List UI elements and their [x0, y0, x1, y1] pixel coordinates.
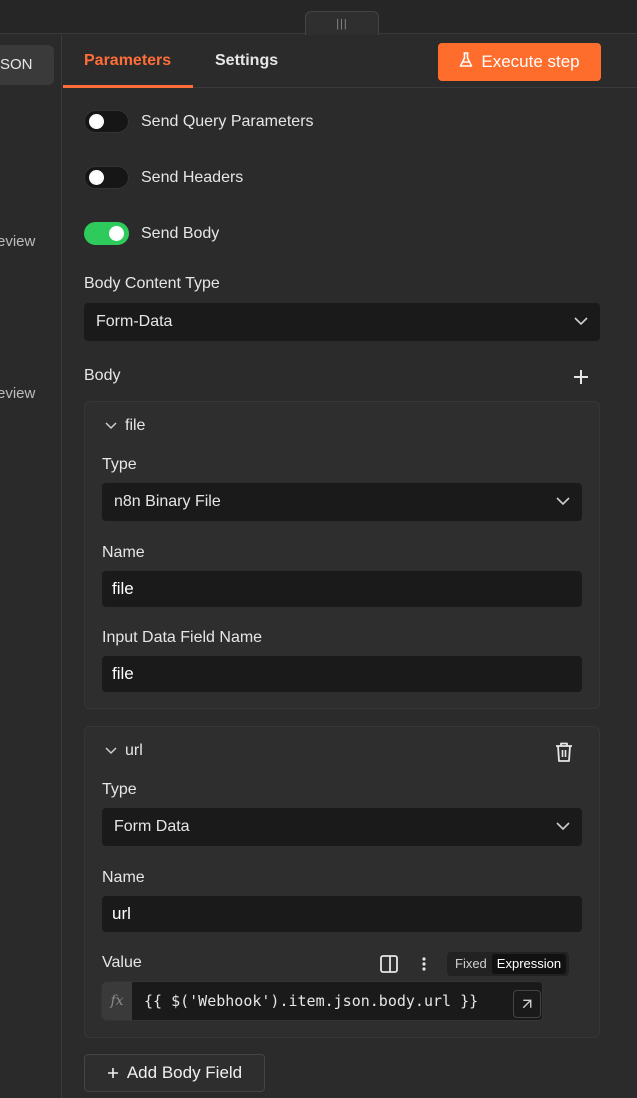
execute-step-label: Execute step: [481, 52, 580, 71]
add-body-field-label: Add Body Field: [126, 1063, 243, 1082]
type-value: n8n Binary File: [114, 493, 221, 510]
mode-expression[interactable]: Expression: [491, 954, 567, 974]
execute-step-button[interactable]: Execute step: [438, 43, 601, 81]
add-body-parameter-icon[interactable]: [572, 368, 590, 386]
type-select[interactable]: n8n Binary File: [102, 483, 582, 521]
chevron-down-icon: [556, 497, 570, 506]
name-label: Name: [102, 869, 145, 886]
fixed-expression-switch: Fixed Expression: [447, 952, 570, 976]
body-field-title: url: [125, 742, 143, 759]
expand-expression-icon[interactable]: [513, 990, 541, 1018]
panel-drag-handle[interactable]: |||: [305, 11, 379, 35]
active-tab-indicator: [63, 85, 193, 88]
send-body-row: Send Body: [84, 222, 219, 245]
body-label: Body: [84, 367, 121, 384]
plus-icon: [107, 1068, 118, 1078]
send-query-parameters-toggle[interactable]: [84, 110, 129, 133]
type-select[interactable]: Form Data: [102, 808, 582, 846]
expression-input[interactable]: fx {{ $('Webhook').item.json.body.url }}: [101, 981, 543, 1021]
name-input[interactable]: url: [102, 896, 582, 932]
body-field-card-file: file Type n8n Binary File Name file Inpu…: [84, 401, 600, 709]
send-headers-row: Send Headers: [84, 166, 243, 189]
send-query-parameters-row: Send Query Parameters: [84, 110, 314, 133]
trash-icon[interactable]: [554, 741, 574, 763]
expression-text: {{ $('Webhook').item.json.body.url }}: [144, 992, 479, 1010]
name-label: Name: [102, 544, 145, 561]
body-field-header[interactable]: url: [105, 742, 143, 760]
name-input[interactable]: file: [102, 571, 582, 607]
tabs-bar: Parameters Settings Execute step: [63, 35, 637, 88]
body-content-type-value: Form-Data: [96, 313, 173, 330]
node-parameters-panel: Parameters Settings Execute step Send Qu…: [63, 35, 637, 1098]
type-value: Form Data: [114, 818, 190, 835]
flask-icon: [459, 51, 473, 73]
input-data-field-name-label: Input Data Field Name: [102, 629, 263, 646]
body-field-title: file: [125, 417, 146, 434]
type-label: Type: [102, 781, 137, 798]
input-data-field-name-input[interactable]: file: [102, 656, 582, 692]
split-view-icon[interactable]: [379, 954, 399, 974]
preview-label[interactable]: review: [0, 233, 35, 250]
chevron-down-icon: [574, 317, 588, 326]
json-view-tab[interactable]: SON: [0, 45, 54, 85]
body-content-type-select[interactable]: Form-Data: [84, 303, 600, 341]
body-content-type-label: Body Content Type: [84, 275, 220, 292]
add-body-field-button[interactable]: Add Body Field: [84, 1054, 265, 1092]
send-headers-toggle[interactable]: [84, 166, 129, 189]
tab-parameters[interactable]: Parameters: [84, 52, 171, 70]
preview-label[interactable]: review: [0, 385, 35, 402]
mode-fixed[interactable]: Fixed: [450, 954, 492, 974]
body-field-header[interactable]: file: [105, 417, 145, 435]
send-query-parameters-label: Send Query Parameters: [141, 112, 314, 130]
type-label: Type: [102, 456, 137, 473]
more-options-icon[interactable]: [420, 954, 428, 974]
chevron-down-icon: [556, 822, 570, 831]
send-body-label: Send Body: [141, 224, 220, 242]
send-headers-label: Send Headers: [141, 168, 244, 186]
chevron-down-icon: [105, 422, 117, 430]
input-panel: SON review review: [0, 35, 62, 1098]
send-body-toggle[interactable]: [84, 222, 129, 245]
fx-badge: fx: [102, 982, 132, 1020]
tab-settings[interactable]: Settings: [215, 52, 278, 70]
value-label: Value: [102, 954, 142, 971]
chevron-down-icon: [105, 747, 117, 755]
